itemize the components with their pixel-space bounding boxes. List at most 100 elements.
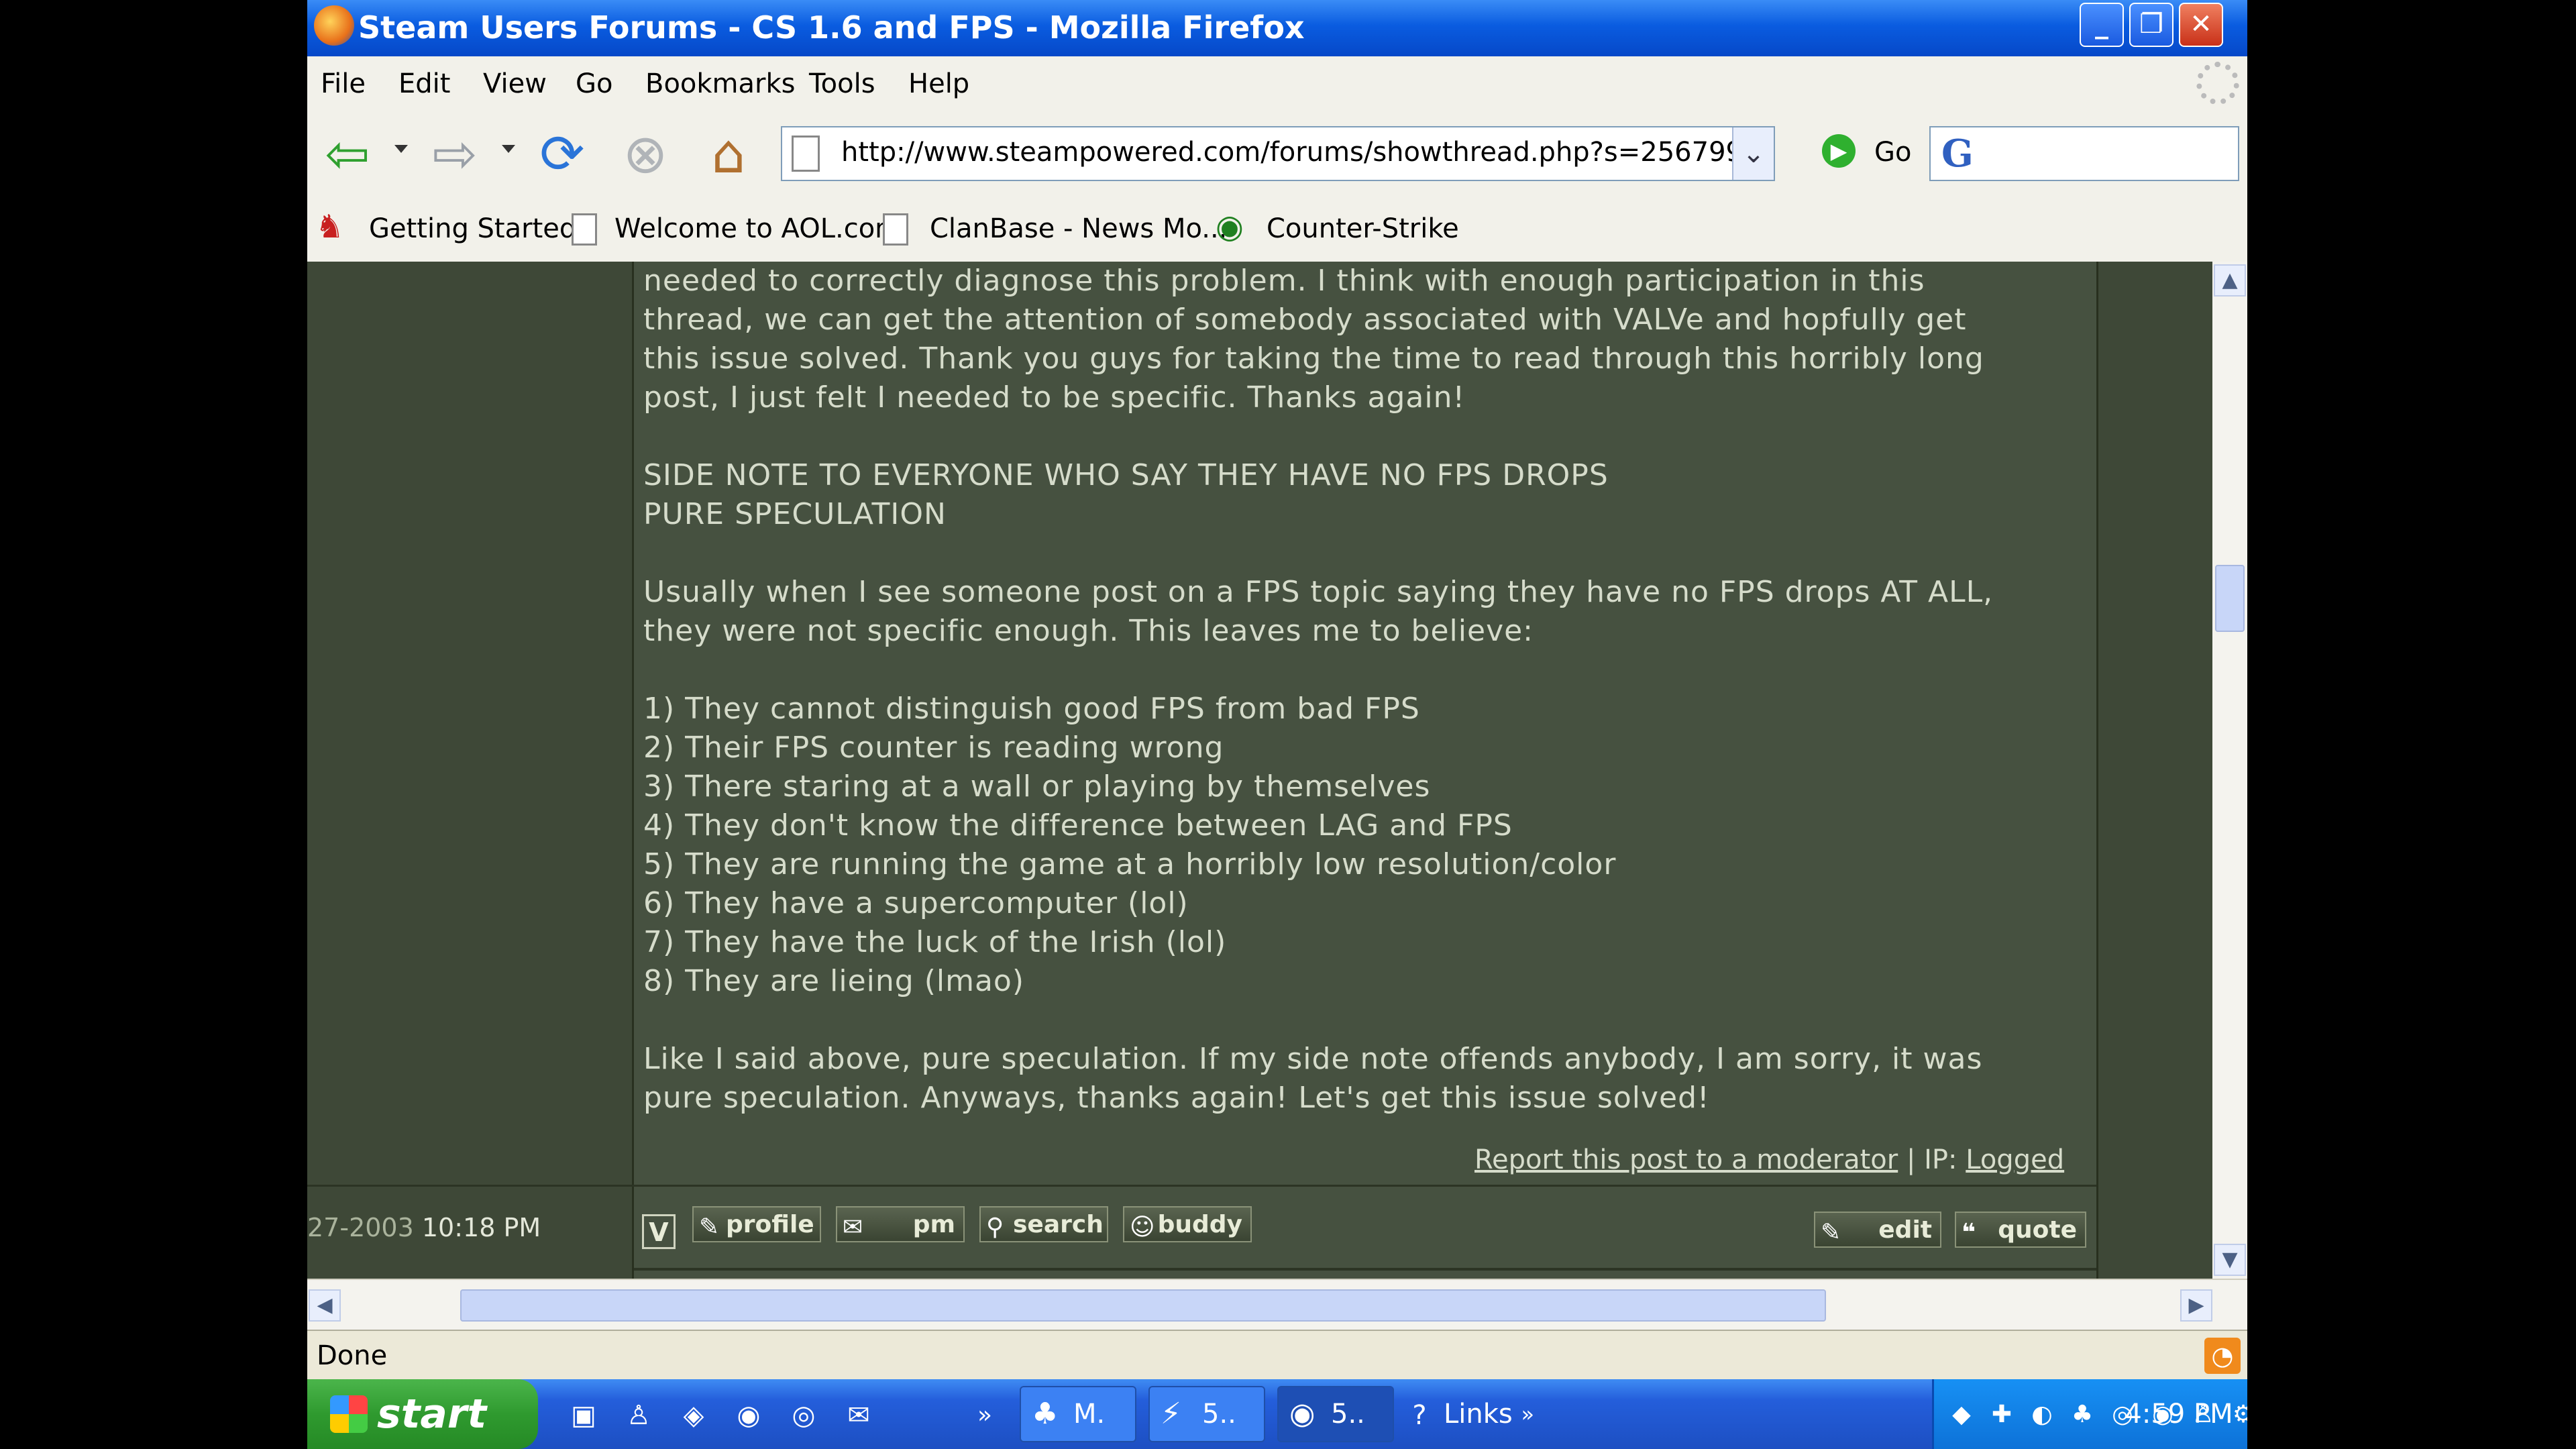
scroll-down-icon[interactable]: ▼ xyxy=(2214,1244,2246,1276)
taskbar-item-msn[interactable]: ♣ M. xyxy=(1020,1386,1136,1442)
post-line xyxy=(643,651,1993,690)
edit-button[interactable]: ✎ edit xyxy=(1814,1212,1941,1248)
post-line: this issue solved. Thank you guys for ta… xyxy=(643,341,1984,376)
forward-arrow-icon[interactable]: ⇨ xyxy=(421,121,488,188)
vertical-scrollbar[interactable]: ▲ ▼ xyxy=(2212,262,2247,1279)
buddy-button[interactable]: ☺ buddy xyxy=(1123,1206,1252,1242)
go-icon[interactable]: ▶ xyxy=(1822,134,1856,168)
horizontal-scrollbar[interactable]: ◀ ▶ xyxy=(307,1279,2247,1331)
menu-go[interactable]: Go xyxy=(576,68,612,99)
post-line: 4) They don't know the difference betwee… xyxy=(643,808,1513,843)
scroll-up-icon[interactable]: ▲ xyxy=(2214,264,2246,297)
post-line: needed to correctly diagnose this proble… xyxy=(643,264,1925,298)
quicklaunch-firefox-icon[interactable]: ◉ xyxy=(733,1399,765,1432)
scroll-right-icon[interactable]: ▶ xyxy=(2180,1289,2212,1322)
quote-icon: ❝ xyxy=(1962,1219,1976,1246)
post-line: thread, we can get the attention of some… xyxy=(643,303,1967,337)
quote-button[interactable]: ❝ quote xyxy=(1955,1212,2086,1248)
post-time: 10:18 PM xyxy=(421,1213,541,1242)
quicklaunch-msn-icon[interactable]: ◎ xyxy=(788,1399,820,1432)
close-button[interactable]: ✕ xyxy=(2179,3,2223,47)
menu-tools[interactable]: Tools xyxy=(809,68,875,99)
links-more-icon[interactable]: » xyxy=(1521,1401,1534,1427)
quicklaunch-more-icon[interactable]: » xyxy=(969,1399,1001,1432)
post-date: 27-2003 10:18 PM xyxy=(307,1213,541,1242)
pm-button[interactable]: ✉ pm xyxy=(836,1206,965,1242)
reload-icon[interactable]: ⟳ xyxy=(529,121,596,188)
stop-icon[interactable]: ⊗ xyxy=(612,121,679,188)
menu-file[interactable]: File xyxy=(321,68,366,99)
post-line: 3) There staring at a wall or playing by… xyxy=(643,769,1431,804)
restore-button[interactable]: ❐ xyxy=(2129,3,2174,47)
menu-bookmarks[interactable]: Bookmarks xyxy=(645,68,795,99)
quicklaunch-app-icon[interactable]: ◈ xyxy=(678,1399,710,1432)
pm-icon: ✉ xyxy=(843,1214,863,1241)
firefox-window: Steam Users Forums - CS 1.6 and FPS - Mo… xyxy=(307,0,2247,1449)
ip-label: | IP: xyxy=(1906,1144,1957,1175)
horizontal-scroll-thumb[interactable] xyxy=(460,1289,1826,1322)
post-line: 6) They have a supercomputer (lol) xyxy=(643,886,1189,920)
quicklaunch-7z-icon[interactable]: ▣ xyxy=(568,1399,600,1432)
throbber-icon xyxy=(2196,62,2239,105)
menu-view[interactable]: View xyxy=(483,68,547,99)
title-bar[interactable]: Steam Users Forums - CS 1.6 and FPS - Mo… xyxy=(307,0,2247,56)
post-line: 1) They cannot distinguish good FPS from… xyxy=(643,692,1420,726)
profile-button[interactable]: ✎ profile xyxy=(692,1206,821,1242)
post-line: 7) They have the luck of the Irish (lol) xyxy=(643,925,1227,959)
post-author-column xyxy=(307,262,634,1279)
msn-icon: ♣ xyxy=(1032,1397,1059,1431)
divider xyxy=(634,1268,2096,1271)
status-bar: Done ◔ xyxy=(307,1330,2247,1381)
post-line xyxy=(643,417,1993,456)
go-button-label[interactable]: Go xyxy=(1874,137,1911,168)
links-toolbar[interactable]: Links » xyxy=(1444,1386,1534,1442)
search-button[interactable]: ⚲ search xyxy=(979,1206,1108,1242)
menu-edit[interactable]: Edit xyxy=(398,68,450,99)
navigation-toolbar: ⇦ ⇨ ⟳ ⊗ ⌂ http://www.steampowered.com/fo… xyxy=(307,113,2247,200)
buddy-icon: ☺ xyxy=(1130,1214,1155,1241)
tray-shield-icon[interactable]: ◆ xyxy=(1946,1399,1977,1430)
taskbar-item-app[interactable]: ⚡ 5.. xyxy=(1148,1386,1265,1442)
post-line: 8) They are lieing (lmao) xyxy=(643,964,1024,998)
tray-antivirus-icon[interactable]: ✚ xyxy=(1986,1399,2017,1430)
post-line: SIDE NOTE TO EVERYONE WHO SAY THEY HAVE … xyxy=(643,458,1609,492)
bookmark-welcome-aol[interactable]: Welcome to AOL.com xyxy=(614,213,901,244)
user-badge-icon[interactable]: V xyxy=(642,1214,676,1249)
post-line: they were not specific enough. This leav… xyxy=(643,614,1534,648)
windows-flag-icon xyxy=(330,1395,368,1433)
start-button[interactable]: start xyxy=(307,1379,538,1449)
clock[interactable]: 4:59 PM xyxy=(2108,1379,2247,1449)
report-post-link[interactable]: Report this post to a moderator xyxy=(1474,1144,1898,1175)
post-line: 5) They are running the game at a horrib… xyxy=(643,847,1617,881)
page-content: needed to correctly diagnose this proble… xyxy=(307,262,2212,1279)
quicklaunch-aim-icon[interactable]: ♙ xyxy=(623,1399,655,1432)
address-dropdown-icon[interactable]: ⌄ xyxy=(1732,127,1774,180)
page-icon xyxy=(792,136,820,172)
ip-logged-link[interactable]: Logged xyxy=(1966,1144,2064,1175)
forward-history-dropdown-icon[interactable] xyxy=(502,145,515,153)
vertical-scroll-thumb[interactable] xyxy=(2215,565,2245,632)
google-search-icon[interactable]: G xyxy=(1941,131,1974,176)
bookmark-counter-strike[interactable]: Counter-Strike xyxy=(1267,213,1459,244)
home-icon[interactable]: ⌂ xyxy=(695,121,762,188)
back-history-dropdown-icon[interactable] xyxy=(394,145,408,153)
taskbar-item-firefox[interactable]: ◉ 5.. xyxy=(1277,1386,1394,1442)
quicklaunch-mail-icon[interactable]: ✉ xyxy=(843,1399,875,1432)
help-icon[interactable]: ? xyxy=(1403,1399,1436,1432)
rss-icon[interactable]: ◔ xyxy=(2204,1338,2241,1374)
post-line: post, I just felt I needed to be specifi… xyxy=(643,380,1466,415)
back-arrow-icon[interactable]: ⇦ xyxy=(314,121,381,188)
minimize-button[interactable]: _ xyxy=(2080,3,2124,47)
edit-icon: ✎ xyxy=(1821,1219,1841,1246)
tray-network-icon[interactable]: ♣ xyxy=(2067,1399,2098,1430)
menu-help[interactable]: Help xyxy=(908,68,969,99)
bookmark-getting-started[interactable]: Getting Started xyxy=(369,213,576,244)
tray-speaker-icon[interactable]: ◐ xyxy=(2027,1399,2057,1430)
profile-icon: ✎ xyxy=(699,1214,720,1241)
right-gutter xyxy=(2096,262,2212,1279)
search-box[interactable]: G xyxy=(1929,126,2239,181)
address-bar[interactable]: http://www.steampowered.com/forums/showt… xyxy=(781,126,1775,181)
scroll-left-icon[interactable]: ◀ xyxy=(309,1289,341,1322)
bookmark-clanbase[interactable]: ClanBase - News Mo... xyxy=(930,213,1227,244)
address-url[interactable]: http://www.steampowered.com/forums/showt… xyxy=(841,137,1733,168)
